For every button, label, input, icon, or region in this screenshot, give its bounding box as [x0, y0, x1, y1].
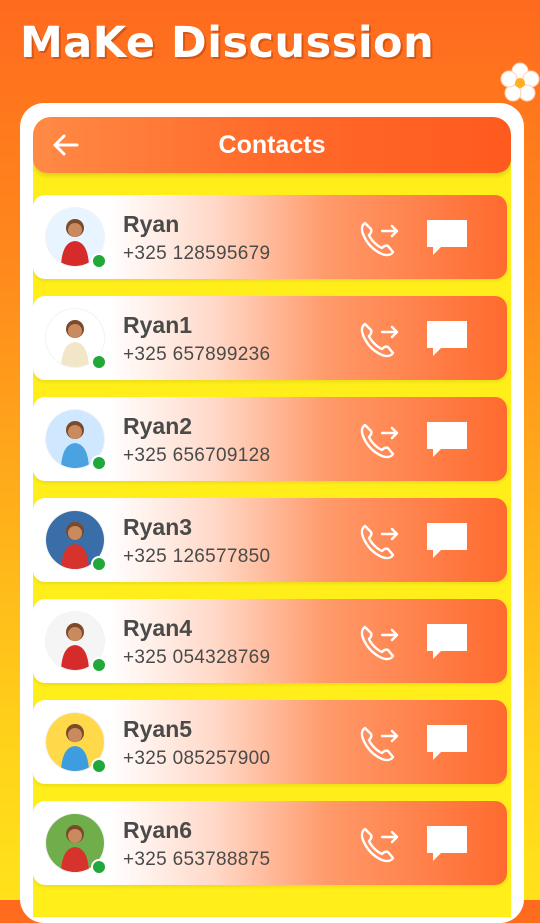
message-button[interactable] [423, 417, 471, 463]
phone-forward-icon [360, 625, 399, 661]
phone-forward-icon [360, 423, 399, 459]
online-status-dot [91, 253, 107, 269]
call-button[interactable] [355, 720, 401, 766]
contact-name: Ryan5 [123, 716, 193, 742]
call-button[interactable] [355, 518, 401, 564]
contact-phone: +325 085257900 [123, 748, 271, 769]
message-button[interactable] [423, 316, 471, 362]
call-button[interactable] [355, 215, 401, 261]
call-button[interactable] [355, 821, 401, 867]
online-status-dot [91, 657, 107, 673]
chat-bubble-icon [427, 826, 467, 861]
contact-phone: +325 657899236 [123, 344, 271, 365]
page-title: Contacts [218, 131, 326, 159]
contact-card[interactable]: Ryan6 +325 653788875 [33, 801, 507, 885]
contact-phone: +325 054328769 [123, 647, 271, 668]
chat-bubble-icon [427, 422, 467, 457]
online-status-dot [91, 859, 107, 875]
online-status-dot [91, 556, 107, 572]
phone-forward-icon [360, 827, 399, 863]
chat-bubble-icon [427, 220, 467, 255]
call-button[interactable] [355, 316, 401, 362]
online-status-dot [91, 455, 107, 471]
contact-card[interactable]: Ryan1 +325 657899236 [33, 296, 507, 380]
contact-phone: +325 656709128 [123, 445, 271, 466]
contact-card[interactable]: Ryan +325 128595679 [33, 195, 507, 279]
phone-forward-icon [360, 221, 399, 257]
contact-name: Ryan2 [123, 413, 193, 439]
online-status-dot [91, 354, 107, 370]
contacts-screen: Contacts Ryan +325 128595679 Ryan1 +325 … [33, 117, 511, 917]
phone-forward-icon [360, 322, 399, 358]
chat-bubble-icon [427, 321, 467, 356]
app-header: Contacts [33, 117, 511, 173]
contact-card[interactable]: Ryan2 +325 656709128 [33, 397, 507, 481]
contact-phone: +325 653788875 [123, 849, 271, 870]
contact-card[interactable]: Ryan5 +325 085257900 [33, 700, 507, 784]
call-button[interactable] [355, 619, 401, 665]
contact-card[interactable]: Ryan3 +325 126577850 [33, 498, 507, 582]
message-button[interactable] [423, 821, 471, 867]
phone-forward-icon [360, 524, 399, 560]
call-button[interactable] [355, 417, 401, 463]
chat-bubble-icon [427, 725, 467, 760]
contact-card[interactable]: Ryan4 +325 054328769 [33, 599, 507, 683]
online-status-dot [91, 758, 107, 774]
contact-phone: +325 128595679 [123, 243, 271, 264]
contact-name: Ryan6 [123, 817, 193, 843]
contact-name: Ryan3 [123, 514, 193, 540]
phone-forward-icon [360, 726, 399, 762]
contact-name: Ryan4 [123, 615, 193, 641]
message-button[interactable] [423, 518, 471, 564]
message-button[interactable] [423, 619, 471, 665]
chat-bubble-icon [427, 523, 467, 558]
contact-name: Ryan1 [123, 312, 193, 338]
promo-title: MaKe Discussion [20, 18, 435, 68]
message-button[interactable] [423, 720, 471, 766]
message-button[interactable] [423, 215, 471, 261]
flower-icon [500, 62, 540, 102]
chat-bubble-icon [427, 624, 467, 659]
contact-phone: +325 126577850 [123, 546, 271, 567]
contact-name: Ryan [123, 211, 180, 237]
